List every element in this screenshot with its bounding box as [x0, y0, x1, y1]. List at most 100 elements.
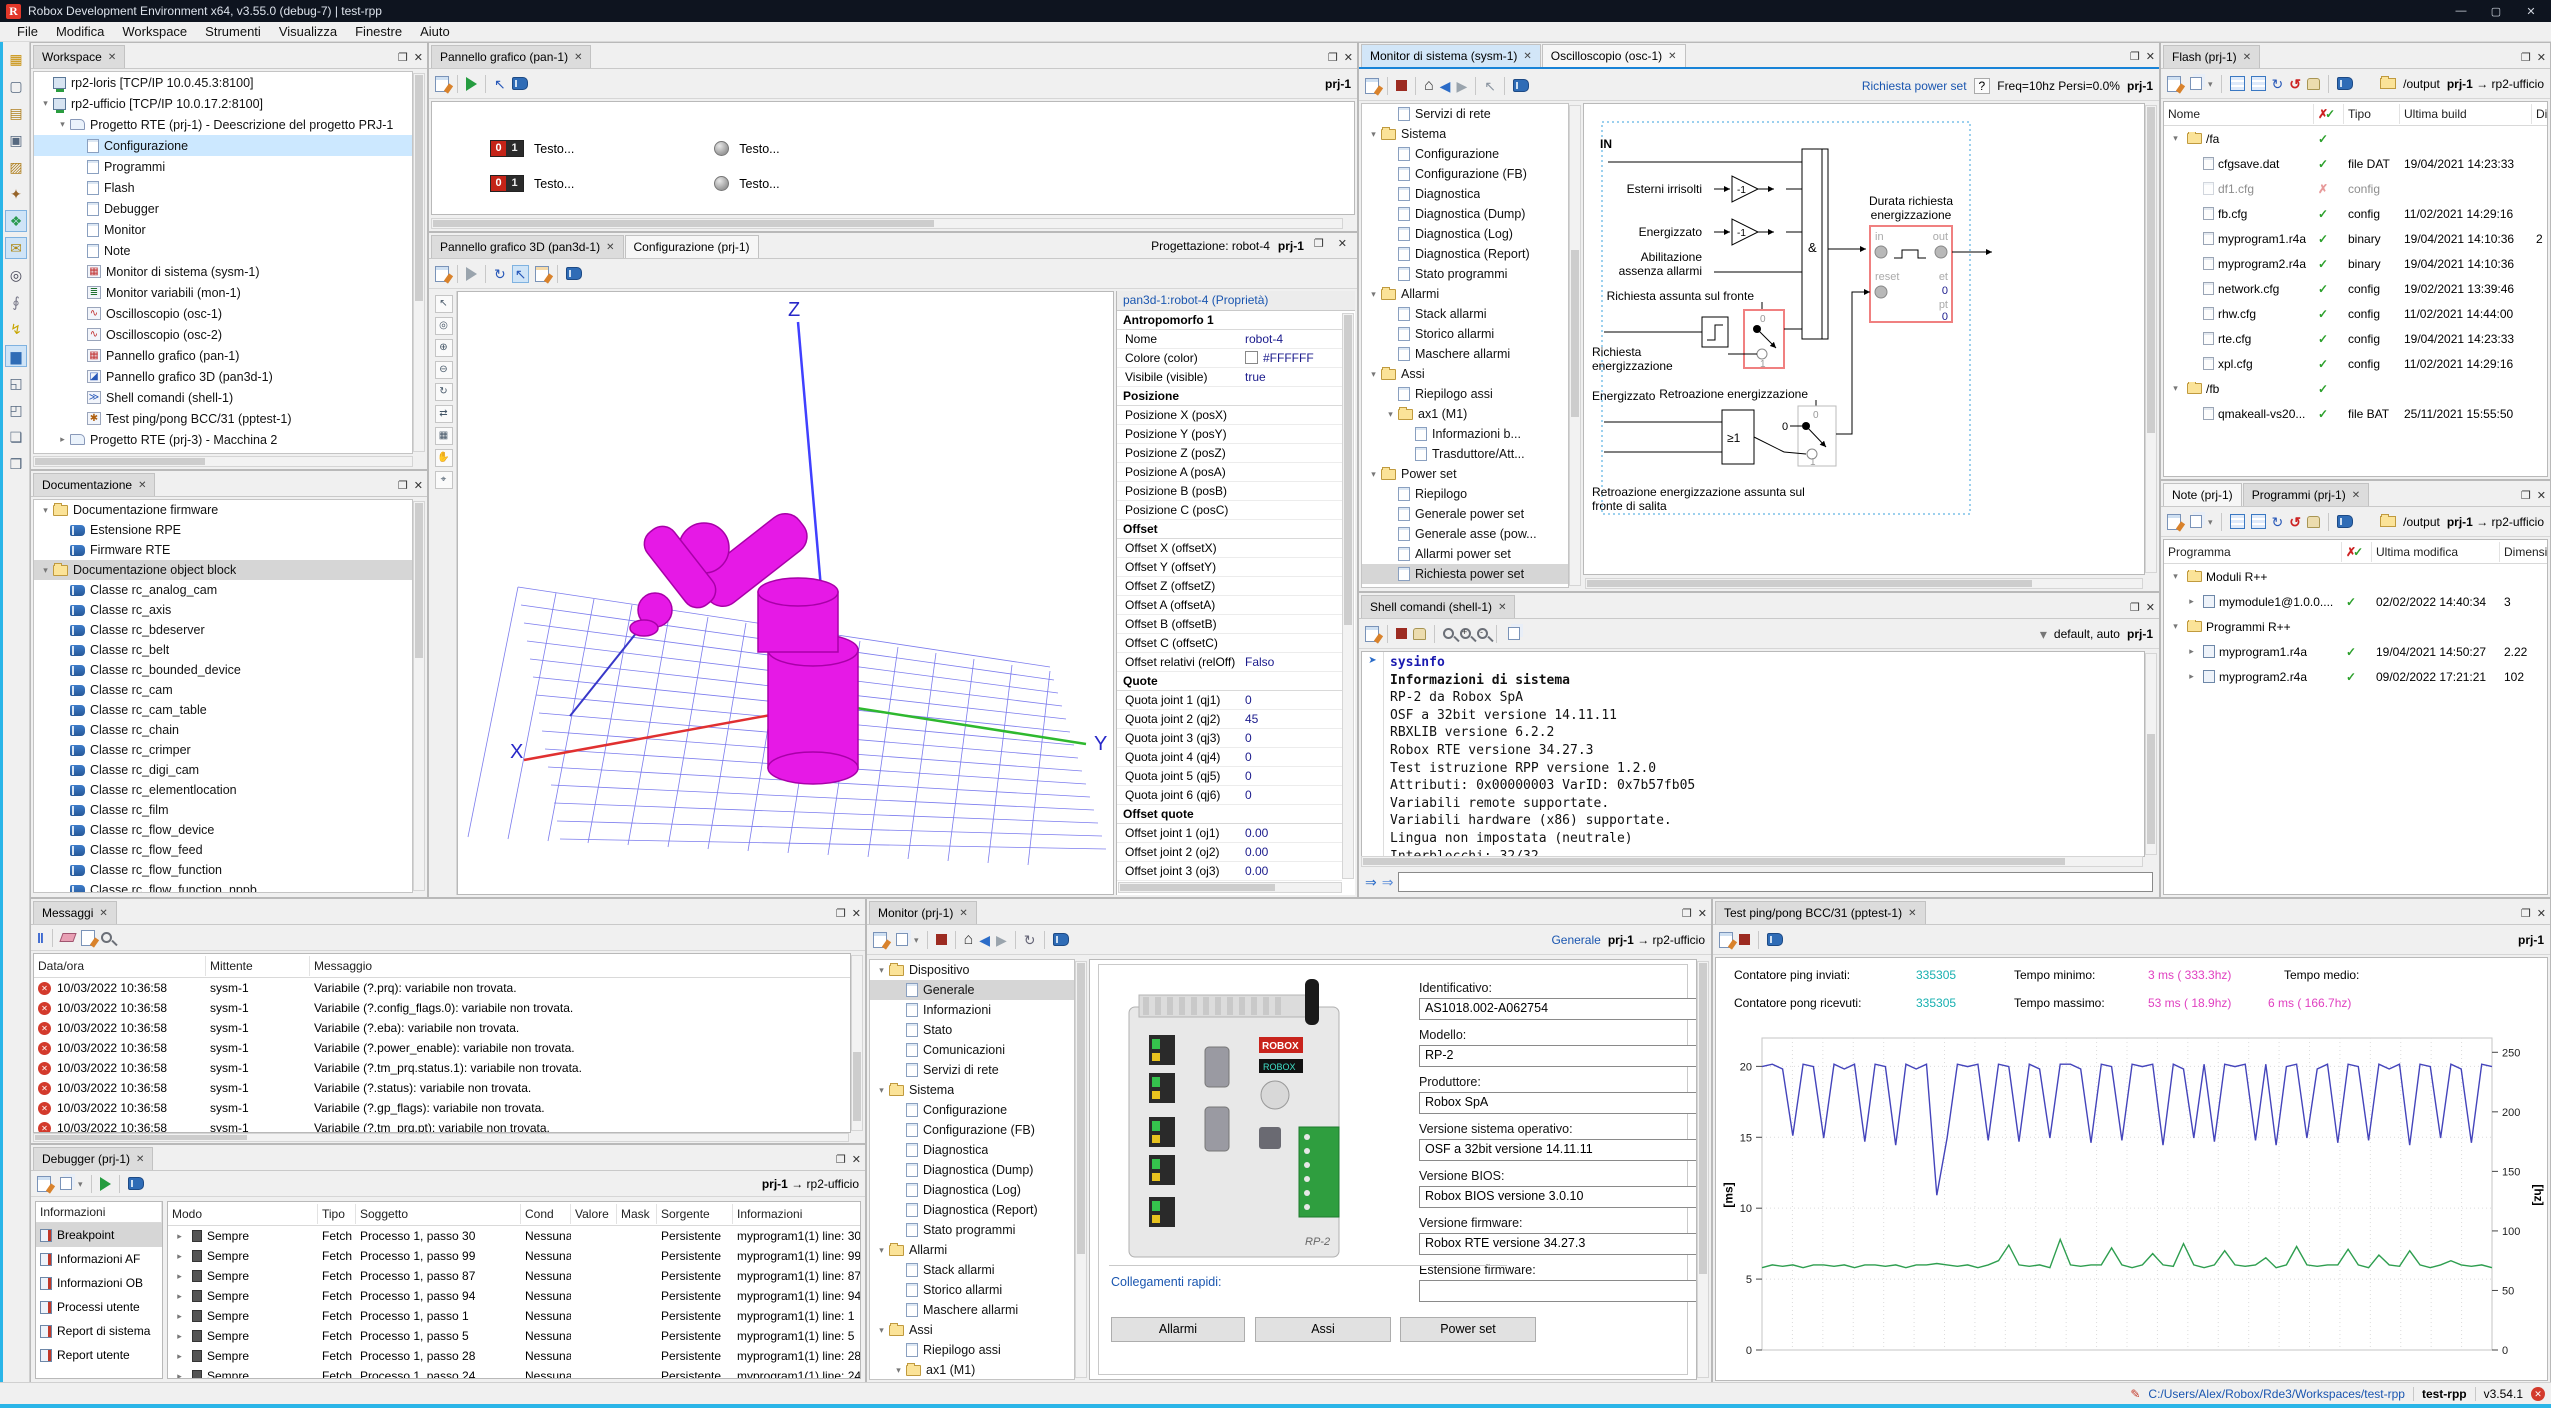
close-icon[interactable]: ✕: [99, 908, 107, 919]
dropdown-icon[interactable]: ▾: [78, 1176, 83, 1192]
flash-row[interactable]: qmakeall-vs20...✓file BAT25/11/2021 15:5…: [2164, 401, 2547, 426]
tab-programmi[interactable]: Programmi (prj-1)✕: [2243, 483, 2369, 506]
field-input[interactable]: Robox SpA: [1419, 1092, 1697, 1114]
toggle-widget[interactable]: 01: [490, 175, 524, 192]
log-icon[interactable]: [81, 930, 95, 946]
debugger-left-title[interactable]: Informazioni: [36, 1202, 162, 1223]
tree-item[interactable]: Note: [34, 240, 412, 261]
breakpoint-row[interactable]: ▸SempreFetchProcesso 1, passo 99NessunaP…: [168, 1246, 860, 1266]
float-icon[interactable]: ❐: [1314, 237, 1324, 250]
assi-button[interactable]: Assi: [1255, 1317, 1391, 1342]
revert-icon[interactable]: ↺: [2289, 514, 2301, 530]
tree-item[interactable]: ▾Dispositivo: [870, 960, 1074, 980]
close-icon[interactable]: ✕: [2537, 489, 2546, 502]
refresh-icon[interactable]: ↻: [1024, 932, 1036, 948]
property-row[interactable]: Offset joint 3 (oj3)0.00: [1117, 862, 1342, 881]
expander-icon[interactable]: ▾: [1366, 289, 1381, 300]
debugger-category[interactable]: Informazioni OB: [36, 1271, 162, 1295]
program-row[interactable]: ▾Moduli R++: [2164, 564, 2547, 589]
properties-icon[interactable]: [1365, 626, 1379, 642]
property-row[interactable]: Offset Y (offsetY): [1117, 558, 1342, 577]
tree-item[interactable]: Estensione RPE: [34, 520, 412, 540]
property-row[interactable]: Quota joint 4 (qj4)0: [1117, 748, 1342, 767]
flash-row[interactable]: network.cfg✓config19/02/2021 13:39:46: [2164, 276, 2547, 301]
tab-pan3d[interactable]: Pannello grafico 3D (pan3d-1)✕: [431, 235, 624, 258]
flash-row[interactable]: myprogram1.r4a✓binary19/04/2021 14:10:36…: [2164, 226, 2547, 251]
tree-item[interactable]: Configurazione: [34, 135, 412, 156]
tree-item[interactable]: Diagnostica (Dump): [1362, 204, 1568, 224]
mode-dropdown-icon[interactable]: ▾: [2040, 626, 2047, 642]
tree-item[interactable]: ◪Pannello grafico 3D (pan3d-1): [34, 366, 412, 387]
sidebar-tool-icon-6[interactable]: ❖: [5, 210, 27, 232]
close-icon[interactable]: ✕: [2146, 50, 2155, 63]
expander-icon[interactable]: ▾: [874, 1325, 889, 1336]
property-row[interactable]: Quota joint 5 (qj5)0: [1117, 767, 1342, 786]
tree-item[interactable]: ✱Test ping/pong BCC/31 (pptest-1): [34, 408, 412, 429]
h-scrollbar[interactable]: [33, 456, 413, 467]
sidebar-tool-icon-9[interactable]: ∮: [5, 291, 27, 313]
tree-item[interactable]: Maschere allarmi: [1362, 344, 1568, 364]
tree-item[interactable]: ▾Documentazione firmware: [34, 500, 412, 520]
property-group[interactable]: Offset: [1117, 520, 1342, 539]
view-tool-icon[interactable]: ⌖: [435, 471, 453, 489]
col-soggetto[interactable]: Soggetto: [356, 1204, 521, 1224]
v-scrollbar[interactable]: [1342, 313, 1354, 879]
tree-item[interactable]: Classe rc_cam_table: [34, 700, 412, 720]
menu-aiuto[interactable]: Aiuto: [411, 23, 459, 40]
copy-icon[interactable]: [2190, 515, 2202, 528]
tree-item[interactable]: ▾Allarmi: [870, 1240, 1074, 1260]
tree-item[interactable]: Classe rc_crimper: [34, 740, 412, 760]
debugger-category[interactable]: Report di sistema: [36, 1319, 162, 1343]
sidebar-tool-icon-7[interactable]: ✉: [5, 237, 27, 259]
tree-item[interactable]: Riepilogo assi: [870, 1340, 1074, 1360]
help-icon[interactable]: [2337, 77, 2353, 90]
property-row[interactable]: Quota joint 2 (qj2)45: [1117, 710, 1342, 729]
tab-documentazione[interactable]: Documentazione✕: [33, 473, 155, 496]
tab-messaggi[interactable]: Messaggi✕: [33, 901, 117, 924]
close-icon[interactable]: ✕: [2537, 907, 2546, 920]
tree-item[interactable]: Maschere allarmi: [870, 1300, 1074, 1320]
tab-pptest[interactable]: Test ping/pong BCC/31 (pptest-1)✕: [1715, 901, 1926, 924]
sidebar-tool-icon-0[interactable]: ▦: [5, 48, 27, 70]
expander-icon[interactable]: ▾: [874, 1245, 889, 1256]
help-icon[interactable]: [1053, 933, 1069, 946]
view-tool-icon[interactable]: ↖: [435, 295, 453, 313]
field-input[interactable]: RP-2: [1419, 1045, 1697, 1067]
log-pencil-icon[interactable]: ✎: [2130, 1387, 2140, 1401]
tree-item[interactable]: ∿Oscilloscopio (osc-1): [34, 303, 412, 324]
tree-item[interactable]: Generale asse (pow...: [1362, 524, 1568, 544]
sync-icon[interactable]: ↻: [2272, 514, 2284, 530]
output-folder-icon[interactable]: [2380, 516, 2396, 527]
close-icon[interactable]: ✕: [606, 242, 614, 253]
property-group[interactable]: Antropomorfo 1: [1117, 311, 1342, 330]
tree-item[interactable]: Classe rc_analog_cam: [34, 580, 412, 600]
debugger-category[interactable]: Report utente: [36, 1343, 162, 1367]
close-icon[interactable]: ✕: [414, 51, 423, 64]
properties-icon[interactable]: [1719, 932, 1733, 948]
tree-item[interactable]: Classe rc_digi_cam: [34, 760, 412, 780]
tree-item[interactable]: ▾Sistema: [870, 1080, 1074, 1100]
help-icon[interactable]: [512, 77, 528, 90]
tree-item[interactable]: Storico allarmi: [1362, 324, 1568, 344]
program-row[interactable]: ▸myprogram2.r4a✓09/02/2022 17:21:21102: [2164, 664, 2547, 689]
run-icon[interactable]: [466, 77, 477, 91]
revert-icon[interactable]: ↺: [2289, 76, 2301, 92]
float-icon[interactable]: ❐: [398, 479, 408, 492]
tree-item[interactable]: Classe rc_flow_function_nppb: [34, 880, 412, 893]
tree-item[interactable]: Classe rc_bdeserver: [34, 620, 412, 640]
property-row[interactable]: Visibile (visible)true: [1117, 368, 1342, 387]
home-icon[interactable]: ⌂: [1424, 78, 1434, 94]
run-icon[interactable]: [100, 1177, 111, 1191]
tree-item[interactable]: Configurazione (FB): [870, 1120, 1074, 1140]
expander-icon[interactable]: ▾: [1366, 129, 1381, 140]
field-input[interactable]: Robox BIOS versione 3.0.10: [1419, 1186, 1697, 1208]
robot-arm[interactable]: [570, 507, 858, 784]
view-tool-icon[interactable]: ⊖: [435, 361, 453, 379]
hold-icon[interactable]: [2307, 516, 2320, 528]
properties-icon[interactable]: [873, 932, 887, 948]
tree-item[interactable]: Diagnostica (Report): [1362, 244, 1568, 264]
close-icon[interactable]: ✕: [2517, 5, 2545, 18]
sidebar-tool-icon-2[interactable]: ▤: [5, 102, 27, 124]
powerset-button[interactable]: Power set: [1400, 1317, 1536, 1342]
tree-item[interactable]: Allarmi power set: [1362, 544, 1568, 564]
